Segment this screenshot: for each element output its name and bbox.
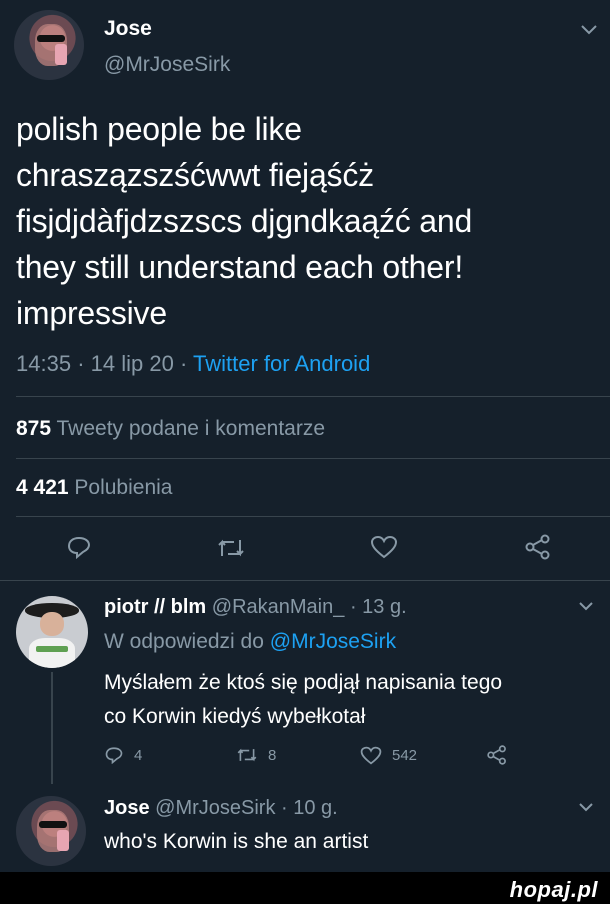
avatar[interactable]	[16, 596, 88, 668]
author-name[interactable]: Jose	[104, 17, 152, 41]
thread-line	[51, 672, 53, 784]
divider	[16, 516, 610, 517]
tweet-date: 14 lip 20	[90, 351, 174, 376]
reply-text: Myślałem że ktoś się podjął napisania te…	[104, 666, 502, 734]
reply-time: · 13 g.	[349, 596, 407, 618]
tweet-text-line: fisjdjdàfjdzszscs djgndkaąźć and	[16, 203, 473, 239]
tweet-source-link[interactable]: Twitter for Android	[193, 351, 370, 376]
retweet-button[interactable]: 8	[236, 746, 276, 764]
reply-text: who's Korwin is she an artist	[104, 830, 369, 853]
replying-to: W odpowiedzi do @MrJoseSirk	[104, 630, 396, 654]
watermark-bar: hopaj.pl	[0, 872, 610, 904]
avatar[interactable]	[16, 796, 86, 866]
retweets-label: Tweety podane i komentarze	[56, 417, 326, 440]
reply-icon[interactable]	[66, 535, 92, 559]
reply-time: · 10 g.	[281, 797, 338, 819]
likes-stat[interactable]: 4 421 Polubienia	[16, 476, 173, 500]
reply-icon	[104, 746, 124, 764]
reply-count: 4	[134, 746, 143, 764]
tweet-text-line: they still understand each other!	[16, 249, 464, 285]
reply-text-line: Myślałem że ktoś się podjął napisania te…	[104, 671, 503, 694]
watermark: hopaj.pl	[509, 877, 598, 902]
retweets-count: 875	[16, 417, 52, 440]
retweets-stat[interactable]: 875 Tweety podane i komentarze	[16, 417, 325, 441]
like-count: 542	[392, 747, 418, 764]
author-name[interactable]: Jose	[104, 797, 150, 819]
reply-text-line: co Korwin kiedyś wybełkotał	[104, 705, 366, 728]
separator: ·	[179, 351, 188, 376]
divider	[0, 580, 610, 581]
divider	[16, 396, 610, 397]
tweet-text-line: chraszązszśćwwt fiejąśćż	[16, 157, 374, 193]
reply-header: piotr // blm @RakanMain_ · 13 g.	[104, 596, 407, 619]
like-button[interactable]: 542	[360, 746, 417, 765]
share-icon[interactable]	[524, 534, 552, 560]
likes-count: 4 421	[16, 476, 69, 499]
author-handle[interactable]: @RakanMain_	[212, 596, 345, 618]
author-handle[interactable]: @MrJoseSirk	[155, 797, 275, 819]
chevron-down-icon[interactable]	[578, 802, 594, 812]
divider	[16, 458, 610, 459]
tweet-text-line: impressive	[16, 295, 167, 331]
likes-label: Polubienia	[74, 476, 173, 499]
retweet-icon[interactable]	[216, 536, 246, 560]
heart-icon[interactable]	[370, 535, 398, 559]
share-icon[interactable]	[486, 745, 508, 765]
tweet-meta: 14:35 · 14 lip 20 · Twitter for Android	[16, 351, 370, 377]
tweet-text: polish people be like chraszązszśćwwt fi…	[16, 106, 472, 336]
avatar[interactable]	[14, 10, 84, 80]
chevron-down-icon[interactable]	[580, 24, 598, 36]
tweet-text-line: polish people be like	[16, 111, 302, 147]
reply-header: Jose @MrJoseSirk · 10 g.	[104, 797, 338, 820]
author-handle[interactable]: @MrJoseSirk	[104, 53, 230, 77]
replying-to-link[interactable]: @MrJoseSirk	[270, 630, 396, 653]
author-name[interactable]: piotr // blm	[104, 596, 206, 618]
chevron-down-icon[interactable]	[578, 601, 594, 611]
retweet-count: 8	[268, 746, 277, 764]
replying-label: W odpowiedzi do	[104, 630, 264, 653]
retweet-icon	[236, 746, 258, 764]
reply-button[interactable]: 4	[104, 746, 142, 764]
separator: ·	[77, 351, 85, 376]
heart-icon	[360, 746, 382, 765]
tweet-time: 14:35	[16, 351, 72, 376]
